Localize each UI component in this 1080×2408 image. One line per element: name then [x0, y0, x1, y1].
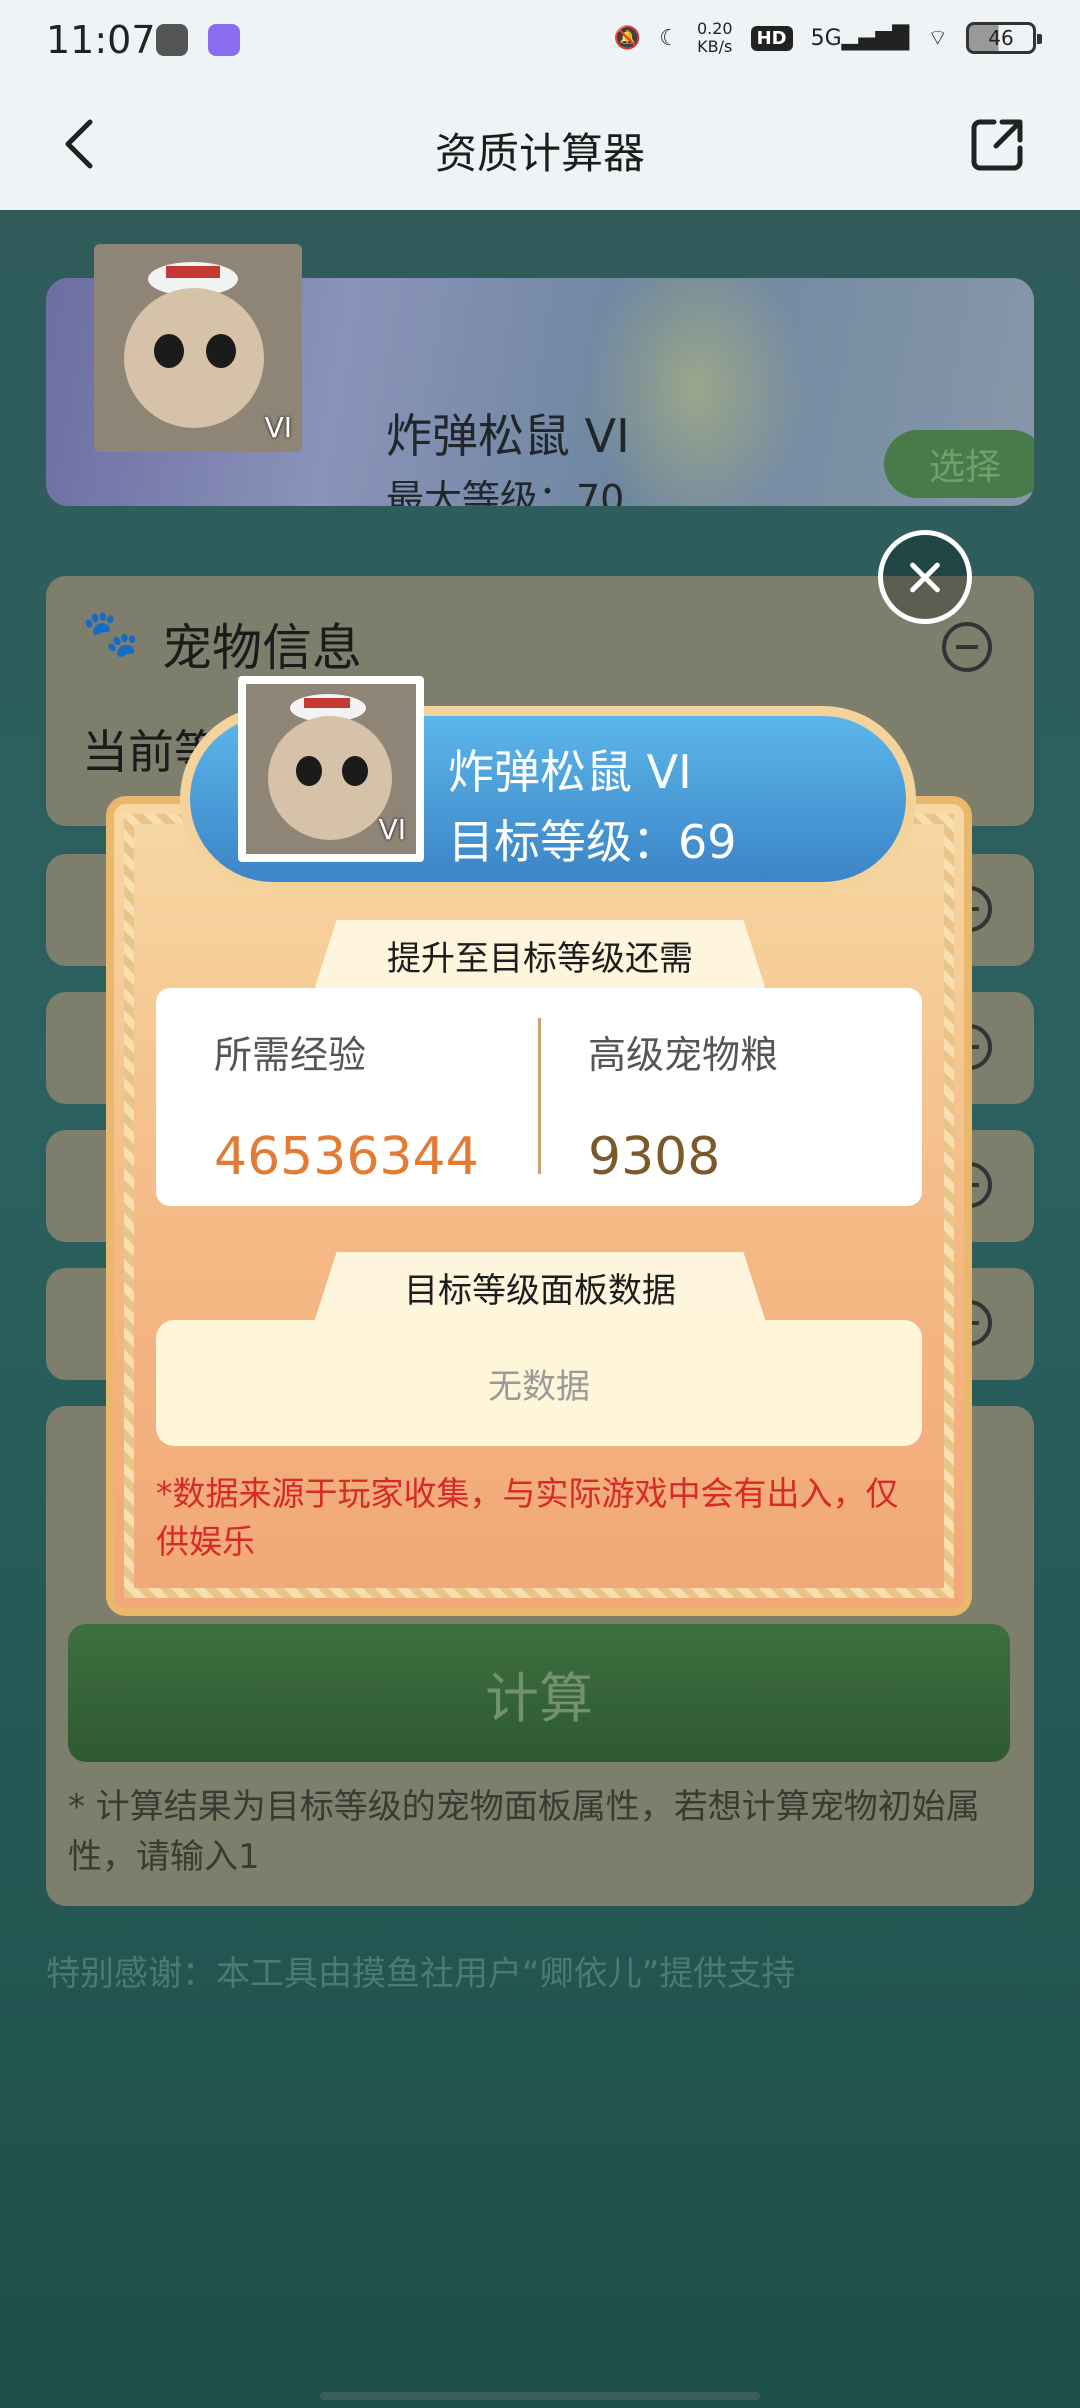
squirrel-eye: [342, 756, 368, 786]
app-notification-icon: [156, 24, 188, 56]
wifi-icon: ⌔: [927, 26, 948, 51]
page-title: 资质计算器: [434, 129, 645, 178]
moon-icon: ☾: [659, 25, 679, 51]
pet-rank-badge: VI: [378, 813, 406, 846]
pet-avatar-image: VI: [246, 684, 416, 854]
status-icons: 🔕 ☾ 0.20 KB/s HD 5G▂▄▆█ ⌔ 46: [613, 20, 1042, 56]
requirements-box: 所需经验 46536344 高级宠物粮 9308: [156, 988, 922, 1206]
disclaimer-text: *数据来源于玩家收集，与实际游戏中会有出入，仅供娱乐: [156, 1474, 899, 1561]
modal-pet-avatar: VI: [238, 676, 424, 862]
mute-icon: 🔕: [613, 25, 642, 51]
squirrel-head: [268, 716, 392, 840]
net-speed-value: 0.20: [696, 19, 733, 38]
squirrel-eye: [296, 756, 322, 786]
panel-section-title: 目标等级面板数据: [314, 1252, 766, 1322]
app-notification-icon-2: [208, 24, 240, 56]
battery-icon: 46: [966, 22, 1042, 54]
net-speed: 0.20 KB/s: [697, 20, 733, 56]
needs-section-title: 提升至目标等级还需: [314, 920, 766, 990]
column-divider: [538, 1018, 541, 1174]
signal-icon: 5G▂▄▆█: [810, 25, 910, 51]
app-header: 资质计算器: [0, 82, 1080, 210]
status-bar: 11:07 🔕 ☾ 0.20 KB/s HD 5G▂▄▆█ ⌔ 46: [0, 0, 1080, 82]
hd-icon: HD: [750, 25, 793, 51]
exp-value: 46536344: [214, 1127, 479, 1187]
share-icon[interactable]: [968, 114, 1028, 174]
exp-label: 所需经验: [214, 1033, 367, 1077]
net-speed-unit: KB/s: [697, 37, 733, 56]
food-column: 高级宠物粮 9308: [588, 1024, 778, 1187]
battery-level: 46: [988, 26, 1014, 50]
food-label: 高级宠物粮: [588, 1033, 779, 1077]
modal-target-level: 目标等级：69: [448, 815, 737, 869]
exp-column: 所需经验 46536344: [214, 1024, 479, 1187]
modal-pet-name: 炸弹松鼠 VI: [448, 745, 692, 799]
hat-band: [304, 698, 350, 708]
panel-data-empty: 无数据: [156, 1320, 922, 1446]
status-time: 11:07: [46, 18, 156, 62]
signal-label: 5G: [810, 25, 842, 51]
food-value: 9308: [588, 1127, 721, 1187]
close-icon[interactable]: [878, 530, 972, 624]
